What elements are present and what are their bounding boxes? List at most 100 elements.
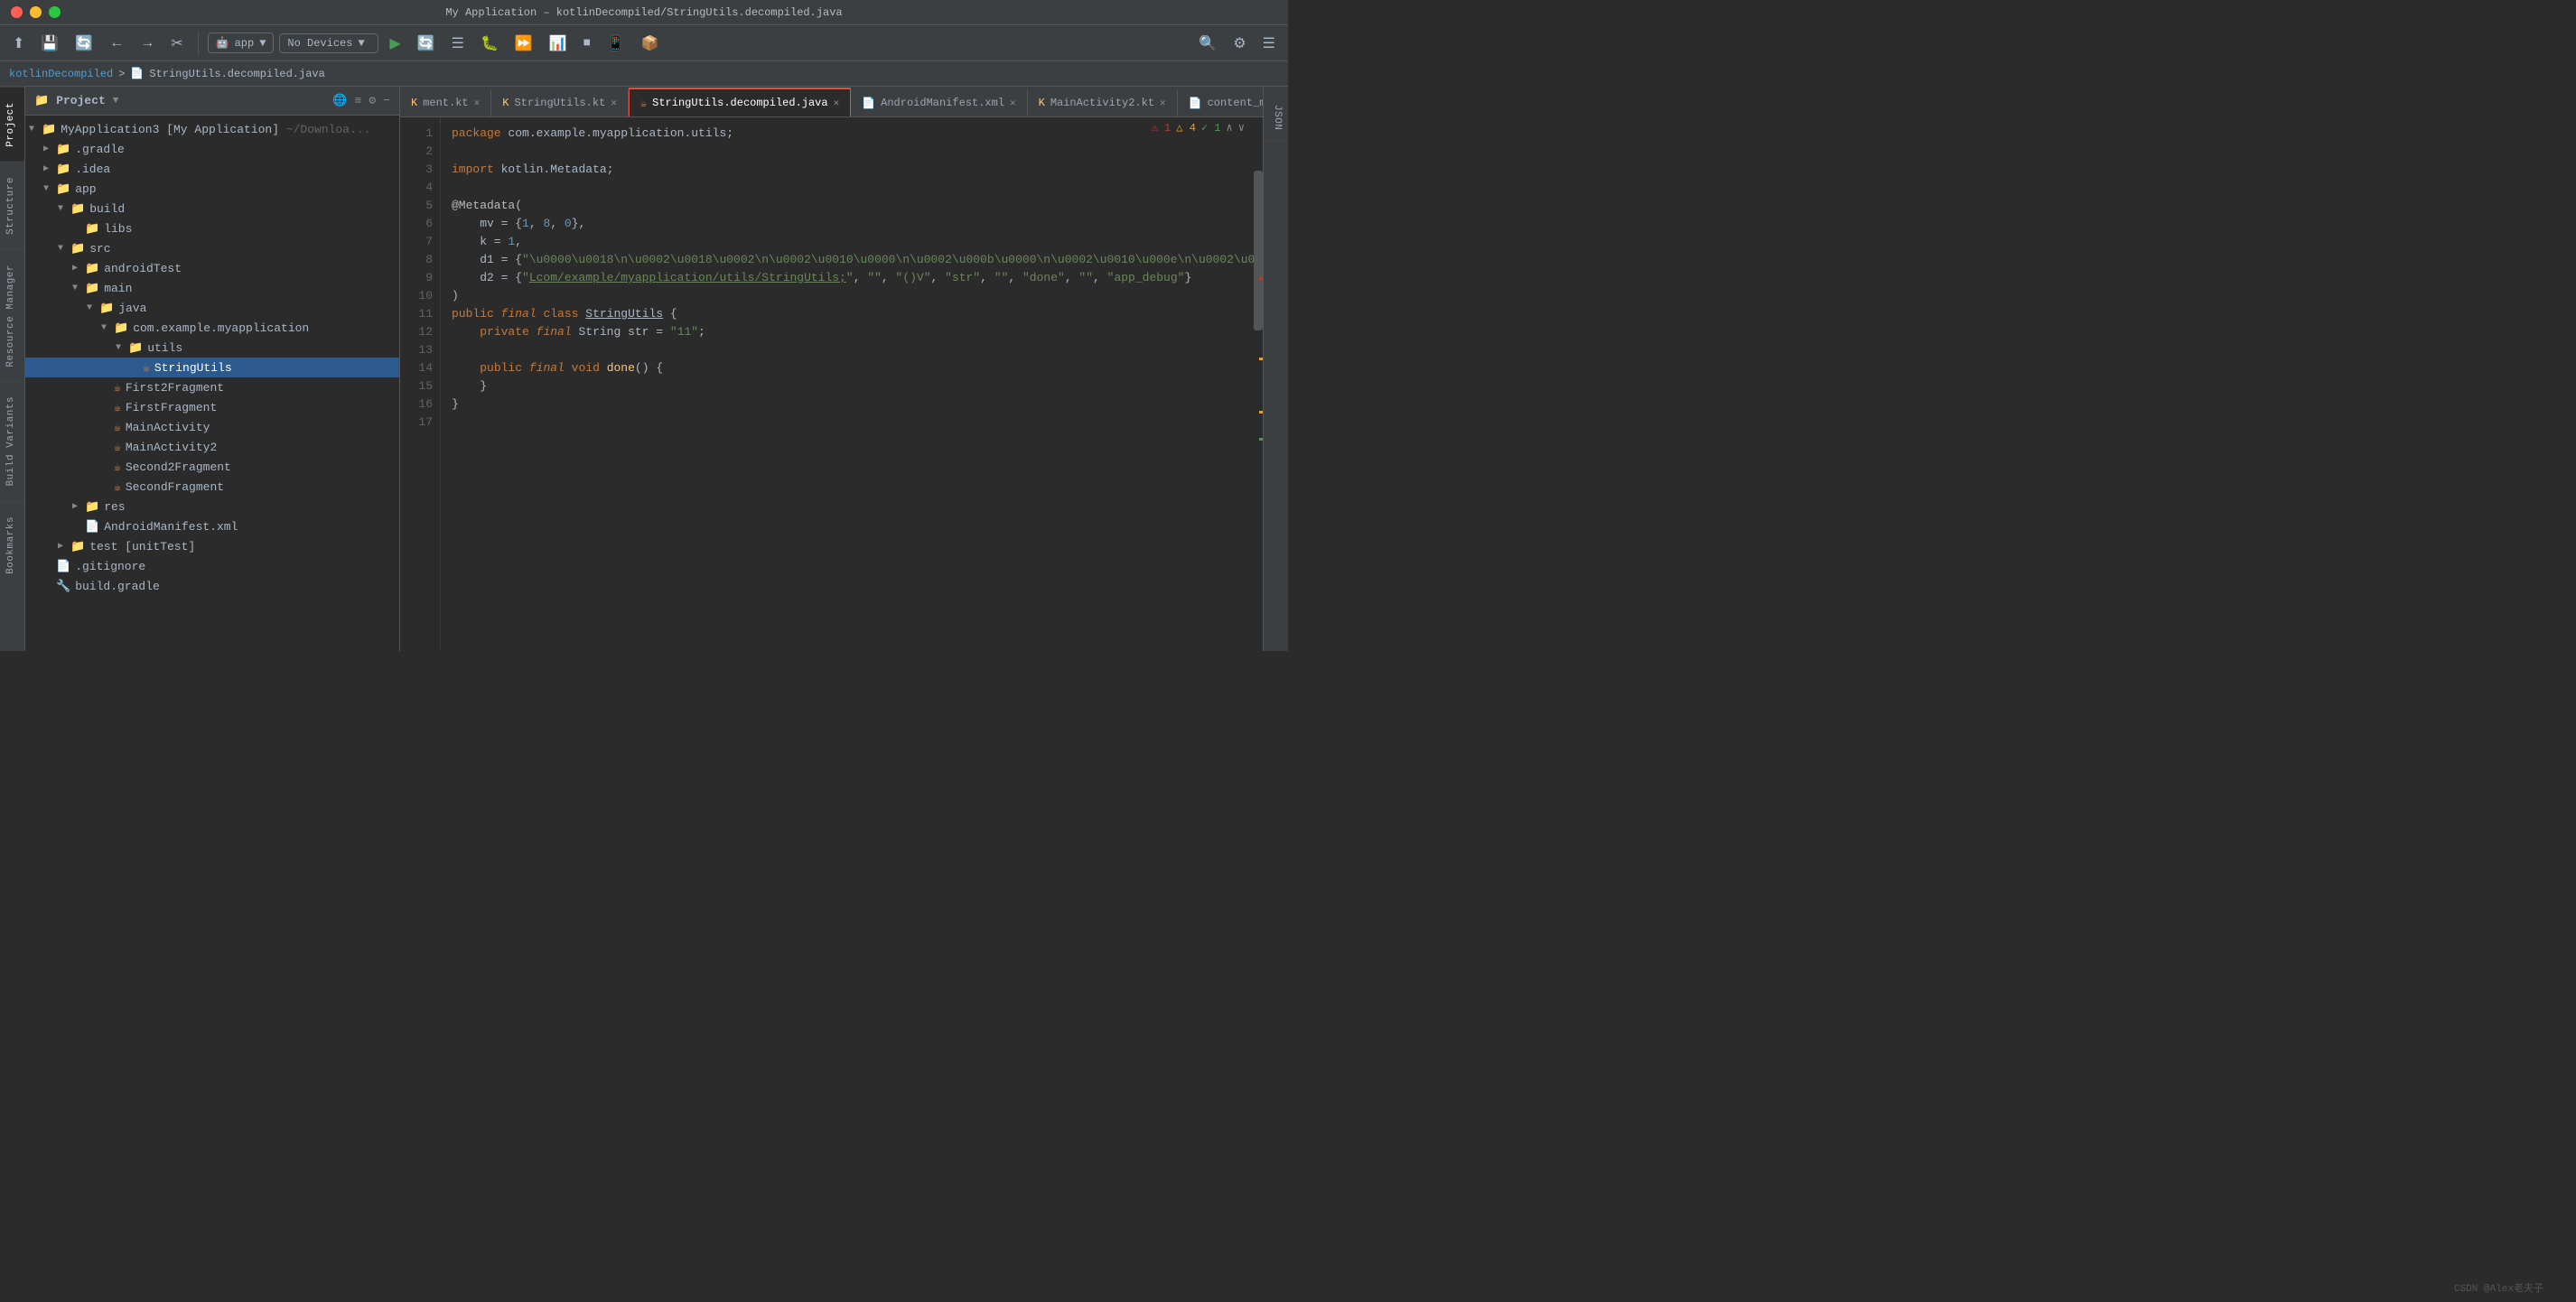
toolbar-back-btn[interactable]: ←: [104, 32, 129, 55]
tree-item-utils[interactable]: ▼ 📁 utils: [25, 338, 399, 358]
right-panel: JSON: [1263, 87, 1288, 651]
tree-icon-align[interactable]: ≡: [355, 94, 362, 107]
editor-scrollbar[interactable]: [1254, 117, 1263, 651]
tree-item-idea[interactable]: ▶ 📁 .idea: [25, 159, 399, 179]
toolbar-replay-btn[interactable]: 🔄: [412, 31, 441, 56]
tree-arrow-java: ▼: [87, 303, 99, 313]
tab-close-androidmanifest[interactable]: ✕: [1010, 97, 1016, 109]
folder-icon-main: 📁: [85, 282, 99, 295]
close-button[interactable]: [11, 6, 23, 18]
tree-icon-globe[interactable]: 🌐: [332, 94, 347, 107]
app-selector[interactable]: 🤖 app ▼: [208, 33, 275, 53]
tabs-bar: K ment.kt ✕ K StringUtils.kt ✕ ☕ StringU…: [400, 87, 1263, 117]
tree-item-stringutils[interactable]: ☕ StringUtils: [25, 358, 399, 377]
toolbar-list-btn[interactable]: ☰: [446, 31, 470, 56]
sidebar-item-structure[interactable]: Structure: [0, 162, 24, 249]
toolbar-save-btn[interactable]: 💾: [35, 31, 64, 56]
tree-item-java[interactable]: ▼ 📁 java: [25, 298, 399, 318]
tree-icon-collapse[interactable]: −: [383, 94, 390, 107]
toolbar-stop-btn[interactable]: ⏹: [578, 32, 596, 55]
toolbar-run-btn[interactable]: ▶: [384, 31, 406, 56]
toolbar-device-manager-btn[interactable]: 📱: [602, 31, 630, 56]
tab-close-mainactivity2[interactable]: ✕: [1160, 97, 1166, 109]
tree-arrow-src: ▼: [58, 244, 70, 254]
java-file-icon-mainactivity: ☕: [114, 421, 121, 434]
right-panel-tab-json[interactable]: JSON: [1264, 94, 1288, 142]
tree-item-androidtest[interactable]: ▶ 📁 androidTest: [25, 258, 399, 278]
tab-close-stringutils-decompiled[interactable]: ✕: [834, 97, 840, 109]
tab-mainactivity2[interactable]: K MainActivity2.kt ✕: [1028, 89, 1178, 116]
tree-item-second2fragment[interactable]: ☕ Second2Fragment: [25, 457, 399, 477]
toolbar-settings-btn[interactable]: ⚙: [1227, 31, 1251, 56]
device-selector[interactable]: No Devices ▼: [279, 33, 378, 53]
toolbar-debug-btn[interactable]: 🐛: [475, 31, 504, 56]
tab-content-ma[interactable]: 📄 content_ma...: [1178, 89, 1263, 116]
tree-item-root[interactable]: ▼ 📁 MyApplication3 [My Application] ~/Do…: [25, 119, 399, 139]
tree-item-gradle[interactable]: ▶ 📁 .gradle: [25, 139, 399, 159]
toolbar-profile-btn[interactable]: ⏩: [509, 31, 538, 56]
sidebar-item-resource-manager[interactable]: Resource Manager: [0, 249, 24, 382]
sidebar-item-bookmarks[interactable]: Bookmarks: [0, 501, 24, 589]
tree-arrow-firstfragment: [101, 403, 114, 413]
nav-down-btn[interactable]: ∨: [1238, 121, 1245, 135]
toolbar-menu-btn[interactable]: ☰: [1257, 31, 1281, 56]
tree-item-test[interactable]: ▶ 📁 test [unitTest]: [25, 536, 399, 556]
toolbar-open-btn[interactable]: ⬆: [7, 31, 30, 56]
tab-close-stringutils-kt[interactable]: ✕: [611, 97, 617, 109]
toolbar-cut-btn[interactable]: ✂: [165, 31, 188, 56]
tree-item-libs[interactable]: 📁 libs: [25, 219, 399, 238]
code-line-3: import kotlin.Metadata;: [452, 161, 1243, 179]
code-line-11: public final class StringUtils {: [452, 305, 1243, 323]
tree-item-app[interactable]: ▼ 📁 app: [25, 179, 399, 199]
tree-item-res[interactable]: ▶ 📁 res: [25, 497, 399, 516]
sidebar-item-project[interactable]: Project: [0, 87, 24, 162]
tab-androidmanifest[interactable]: 📄 AndroidManifest.xml ✕: [851, 89, 1027, 116]
tree-item-build[interactable]: ▼ 📁 build: [25, 199, 399, 219]
nav-up-btn[interactable]: ∧: [1227, 121, 1233, 135]
tree-item-gitignore[interactable]: 📄 .gitignore: [25, 556, 399, 576]
tree-item-src[interactable]: ▼ 📁 src: [25, 238, 399, 258]
window-title: My Application – kotlinDecompiled/String…: [445, 6, 842, 19]
tree-label-app: app: [75, 182, 96, 196]
tree-item-firstfragment[interactable]: ☕ FirstFragment: [25, 397, 399, 417]
tree-item-first2fragment[interactable]: ☕ First2Fragment: [25, 377, 399, 397]
toolbar-avd-btn[interactable]: 📦: [636, 31, 665, 56]
folder-icon-gradle: 📁: [56, 143, 70, 156]
folder-icon-package: 📁: [114, 321, 128, 335]
code-line-7: k = 1,: [452, 233, 1243, 251]
sidebar-item-build-variants[interactable]: Build Variants: [0, 381, 24, 500]
tab-icon-mainactivity2: K: [1039, 97, 1045, 109]
editor-area: K ment.kt ✕ K StringUtils.kt ✕ ☕ StringU…: [400, 87, 1263, 651]
code-content[interactable]: package com.example.myapplication.utils;…: [441, 117, 1254, 651]
tree-item-mainactivity2[interactable]: ☕ MainActivity2: [25, 437, 399, 457]
tree-item-secondfragment[interactable]: ☕ SecondFragment: [25, 477, 399, 497]
window-controls[interactable]: [11, 6, 61, 18]
tree-icon-filter[interactable]: ⚙: [369, 94, 376, 107]
minimize-button[interactable]: [30, 6, 42, 18]
code-line-5: @Metadata(: [452, 197, 1243, 215]
project-tree-header: 📁 Project ▼ 🌐 ≡ ⚙ −: [25, 87, 399, 116]
tree-label-java: java: [118, 302, 146, 315]
tab-stringutils-kt[interactable]: K StringUtils.kt ✕: [491, 89, 629, 116]
toolbar-sync-btn[interactable]: 🔄: [70, 31, 98, 56]
tab-label-androidmanifest: AndroidManifest.xml: [881, 97, 1004, 109]
tree-label-stringutils: StringUtils: [154, 361, 232, 375]
maximize-button[interactable]: [49, 6, 61, 18]
tab-close-ment[interactable]: ✕: [474, 97, 481, 109]
editor-scrollbar-thumb[interactable]: [1254, 171, 1263, 330]
tab-ment[interactable]: K ment.kt ✕: [400, 89, 491, 116]
tab-stringutils-decompiled[interactable]: ☕ StringUtils.decompiled.java ✕: [629, 88, 851, 116]
toolbar-search-btn[interactable]: 🔍: [1193, 31, 1222, 56]
tree-item-main[interactable]: ▼ 📁 main: [25, 278, 399, 298]
breadcrumb-part-1[interactable]: kotlinDecompiled: [9, 68, 113, 80]
code-line-16: }: [452, 395, 1243, 414]
tree-item-package[interactable]: ▼ 📁 com.example.myapplication: [25, 318, 399, 338]
tree-item-mainactivity[interactable]: ☕ MainActivity: [25, 417, 399, 437]
tree-label-gradle: .gradle: [75, 143, 125, 156]
project-header-arrow[interactable]: ▼: [113, 96, 119, 107]
toolbar-coverage-btn[interactable]: 📊: [544, 31, 573, 56]
toolbar-forward-btn[interactable]: →: [135, 32, 160, 55]
tree-item-buildgradle[interactable]: 🔧 build.gradle: [25, 576, 399, 596]
java-file-icon-firstfrag: ☕: [114, 401, 121, 414]
tree-item-manifest[interactable]: 📄 AndroidManifest.xml: [25, 516, 399, 536]
